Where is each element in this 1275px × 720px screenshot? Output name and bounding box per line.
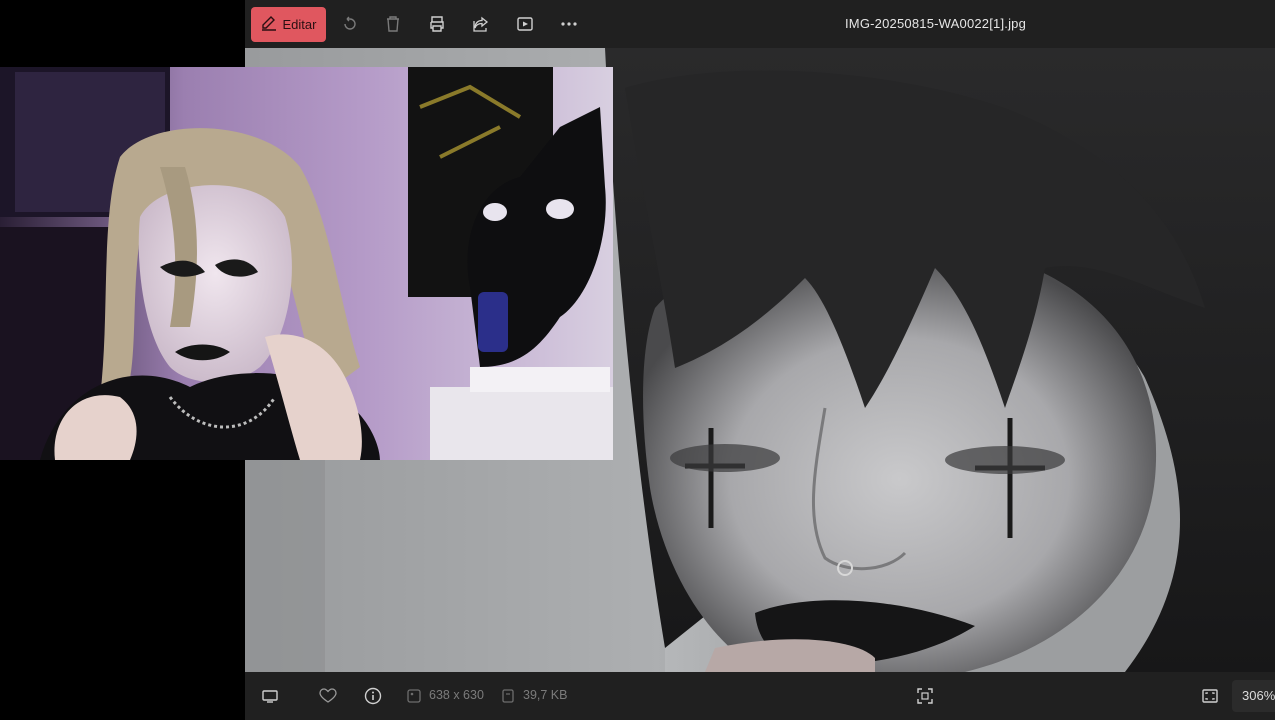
edit-button-label: Editar bbox=[282, 17, 317, 32]
image-dimensions-icon bbox=[403, 685, 425, 707]
file-title: IMG-20250815-WA0022[1].jpg bbox=[845, 16, 1027, 31]
print-icon[interactable] bbox=[425, 12, 449, 36]
zoom-level[interactable]: 306% bbox=[1232, 680, 1275, 712]
full-screen-icon[interactable] bbox=[1199, 685, 1221, 707]
favorite-icon[interactable] bbox=[317, 685, 339, 707]
webcam-inset-image bbox=[0, 67, 613, 460]
inset-photo bbox=[0, 67, 613, 460]
edit-icon bbox=[261, 15, 277, 34]
image-dimensions: 638 x 630 bbox=[429, 688, 484, 702]
slideshow-icon[interactable] bbox=[513, 12, 537, 36]
status-bar: 638 x 630 39,7 KB 306% bbox=[245, 672, 1275, 720]
screen: Editar IMG-20250815-WA0022[1].jpg 638 x … bbox=[0, 0, 1275, 720]
info-icon[interactable] bbox=[362, 685, 384, 707]
share-icon[interactable] bbox=[469, 12, 493, 36]
edit-button[interactable]: Editar bbox=[251, 7, 326, 42]
file-size: 39,7 KB bbox=[523, 688, 568, 702]
file-size-icon bbox=[497, 685, 519, 707]
top-toolbar: Editar IMG-20250815-WA0022[1].jpg bbox=[245, 0, 1275, 48]
delete-icon[interactable] bbox=[381, 12, 405, 36]
rotate-icon[interactable] bbox=[338, 12, 362, 36]
display-icon[interactable] bbox=[259, 685, 281, 707]
fit-to-window-icon[interactable] bbox=[914, 685, 936, 707]
more-icon[interactable] bbox=[557, 12, 581, 36]
